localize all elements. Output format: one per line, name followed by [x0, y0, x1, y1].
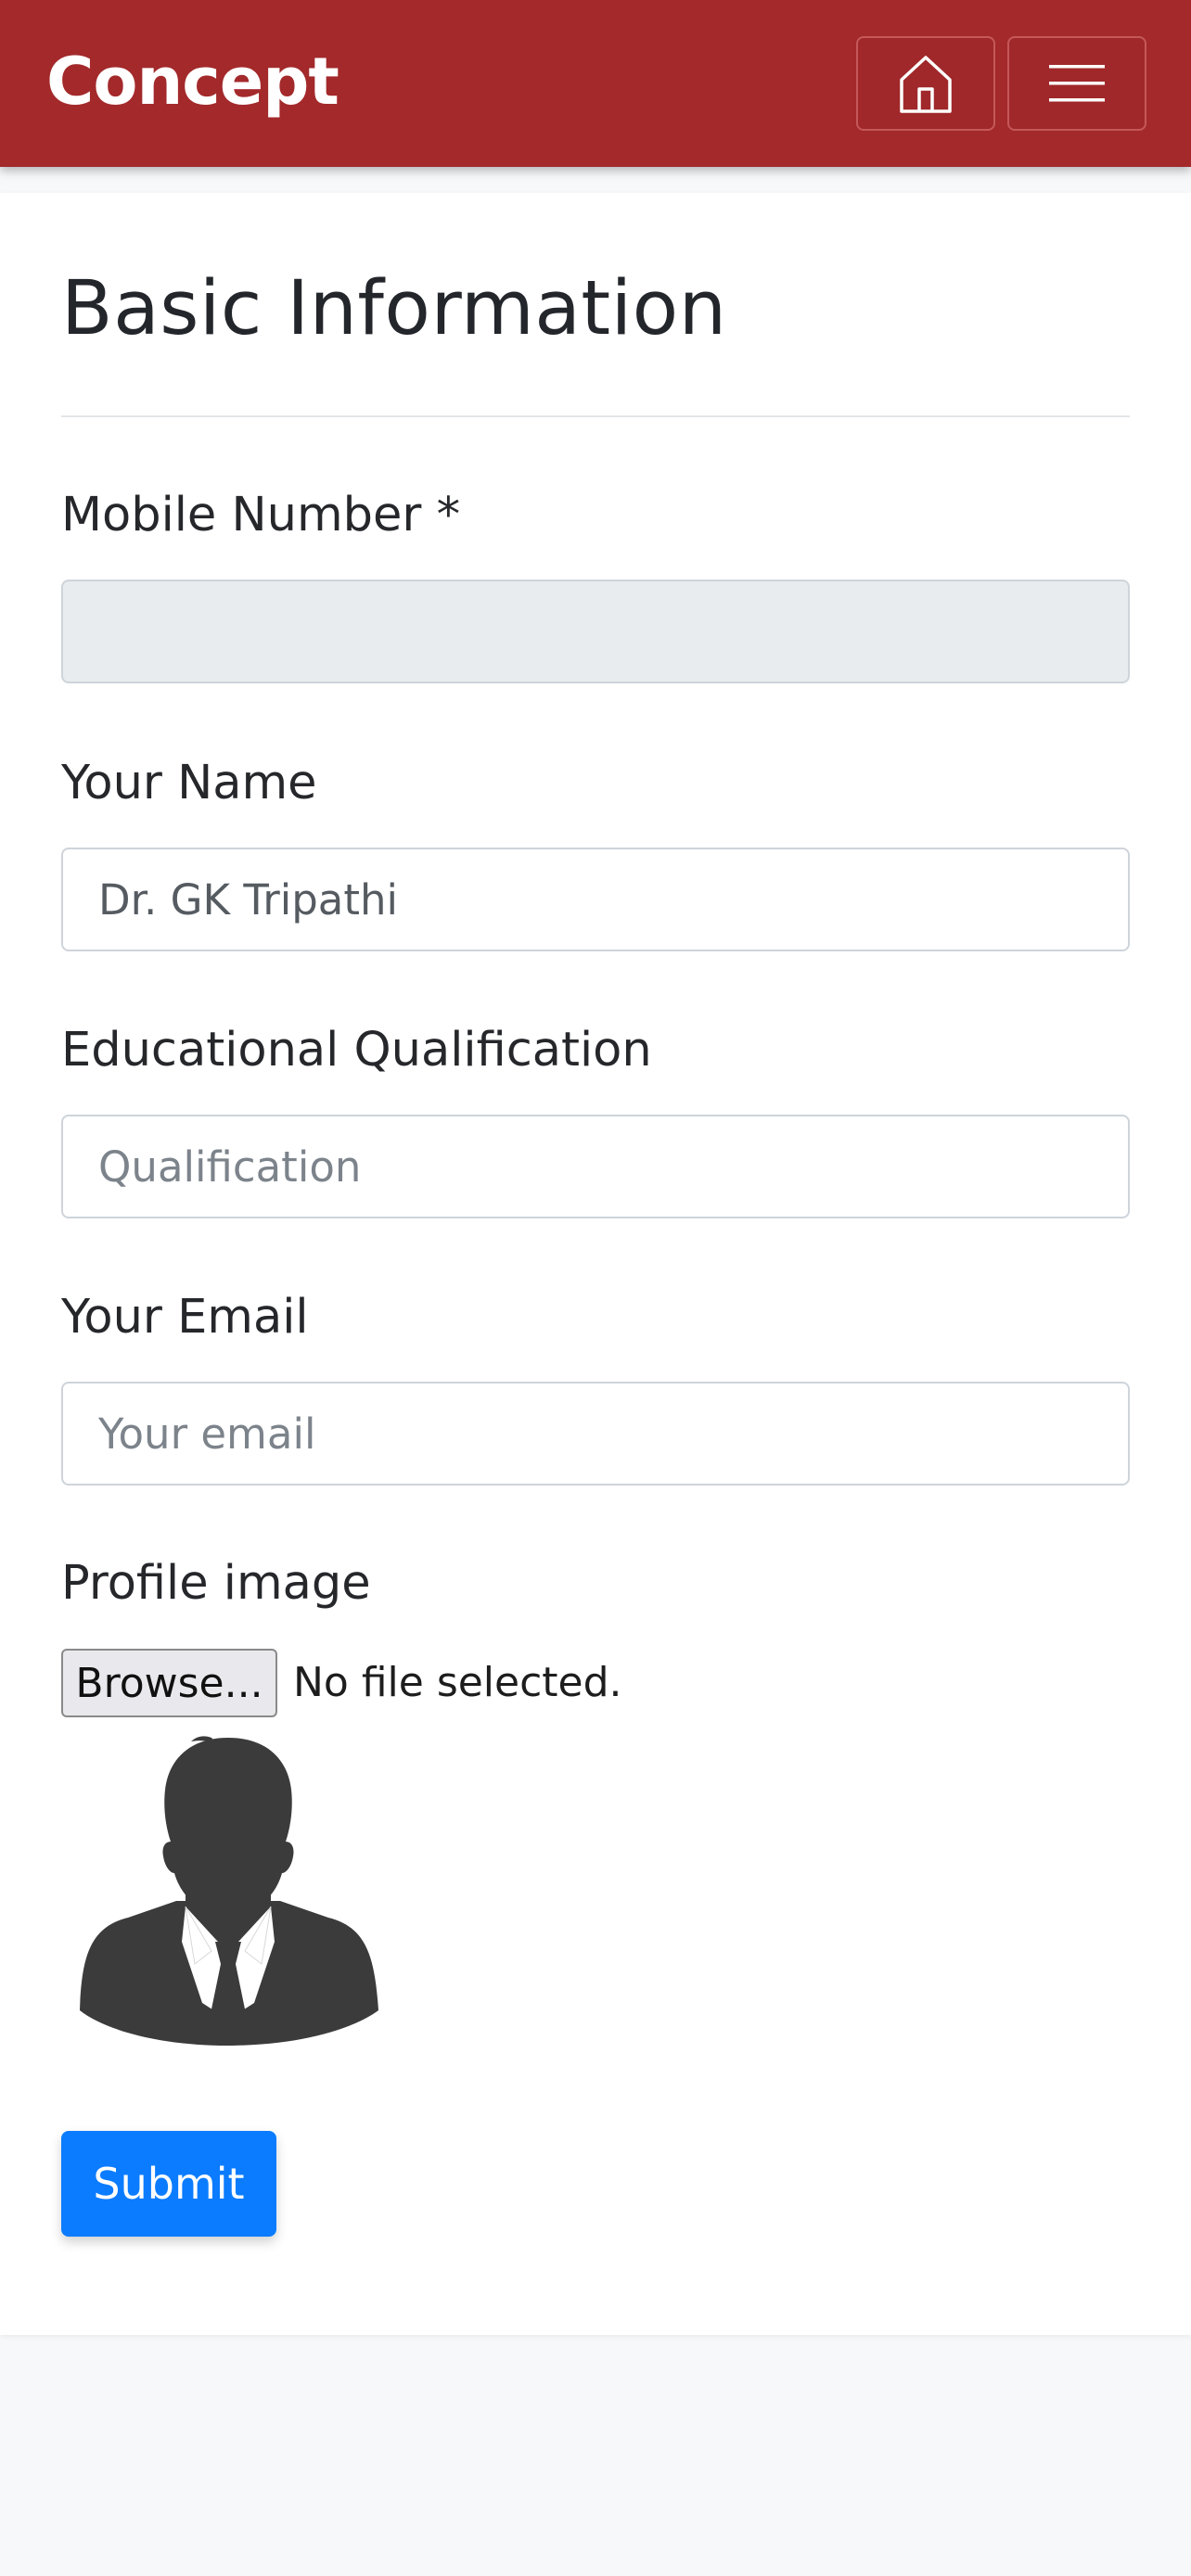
top-navbar: Concept — [0, 0, 1191, 167]
qualification-label: Educational Qualification — [61, 1023, 652, 1078]
mobile-number-input[interactable] — [61, 580, 1130, 683]
browse-file-button[interactable]: Browse... — [61, 1649, 277, 1717]
menu-toggle-button[interactable] — [1007, 36, 1146, 131]
home-icon — [900, 56, 952, 113]
person-silhouette-icon — [80, 1736, 378, 2046]
page-title: Basic Information — [61, 265, 727, 352]
email-label: Your Email — [61, 1290, 309, 1345]
brand-logo[interactable]: Concept — [46, 37, 339, 126]
qualification-input[interactable] — [61, 1115, 1130, 1218]
basic-information-card: Basic Information Mobile Number * Your N… — [0, 193, 1191, 2335]
mobile-number-label: Mobile Number * — [61, 488, 461, 542]
email-input[interactable] — [61, 1382, 1130, 1486]
title-divider — [61, 415, 1130, 417]
name-label: Your Name — [61, 756, 317, 810]
profile-image-label: Profile image — [61, 1556, 371, 1611]
submit-button[interactable]: Submit — [61, 2131, 276, 2237]
hamburger-menu-icon — [1049, 65, 1105, 102]
home-button[interactable] — [856, 36, 995, 131]
name-input[interactable] — [61, 848, 1130, 951]
file-status-text: No file selected. — [293, 1659, 622, 1706]
